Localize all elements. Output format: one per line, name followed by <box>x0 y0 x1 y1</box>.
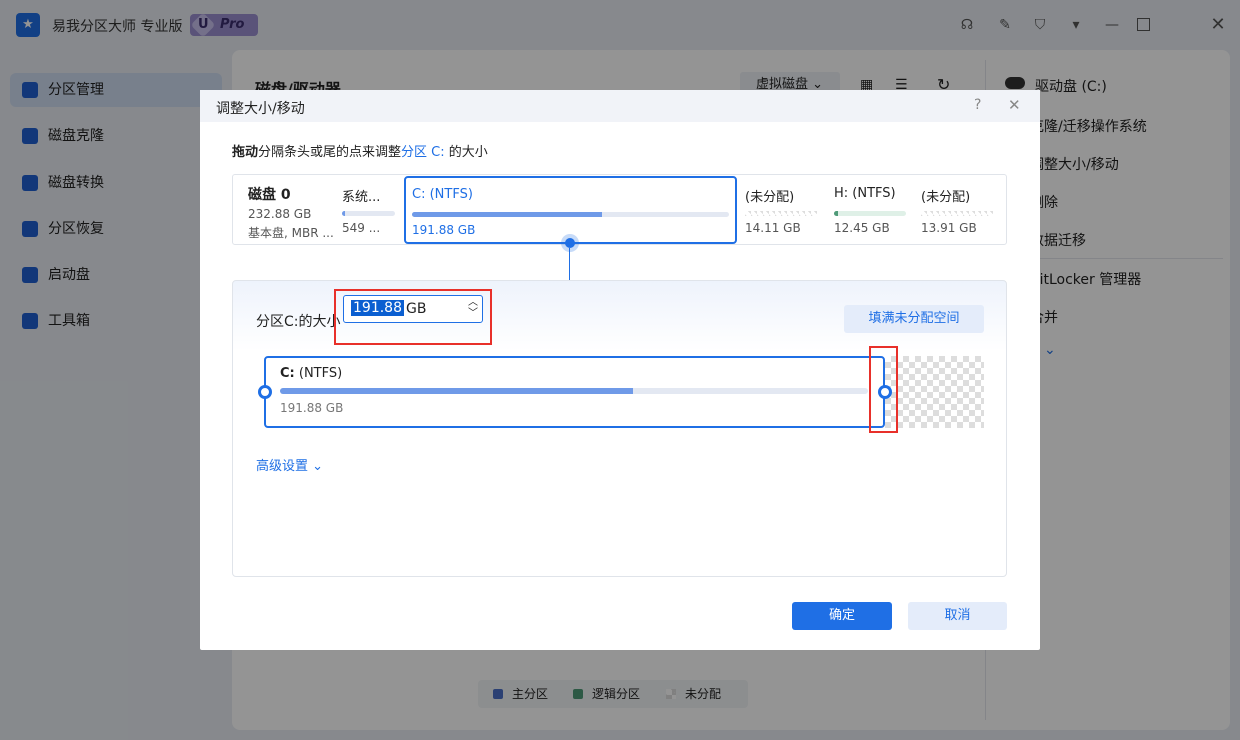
size-label: 分区C:的大小 <box>256 314 341 330</box>
drive-letter: C: <box>280 366 295 381</box>
highlight-box <box>334 289 492 345</box>
disk-map: 磁盘 0 232.88 GB 基本盘, MBR ... 系统... 549 ..… <box>232 174 1007 245</box>
dialog-title: 调整大小/移动 <box>216 101 305 117</box>
instruction: 拖动分隔条头或尾的点来调整分区 C: 的大小 <box>232 145 488 160</box>
unallocated-area <box>885 356 984 428</box>
fill-unallocated-button[interactable]: 填满未分配空间 <box>844 305 984 333</box>
advanced-settings-toggle[interactable]: 高级设置 ⌄ <box>256 455 323 474</box>
connector-line <box>569 248 570 280</box>
dialog-close-icon[interactable]: ✕ <box>1008 96 1021 114</box>
handle-highlight-box <box>869 346 898 433</box>
resize-move-dialog: 调整大小/移动 ? ✕ 拖动分隔条头或尾的点来调整分区 C: 的大小 磁盘 0 … <box>200 90 1040 650</box>
connector-dot <box>565 238 575 248</box>
partition-h[interactable]: H: (NTFS) 12.45 GB <box>834 175 906 244</box>
disk-size: 232.88 GB <box>248 207 312 221</box>
help-icon[interactable]: ? <box>974 97 981 113</box>
disk-name: 磁盘 0 <box>248 187 291 203</box>
left-resize-handle[interactable] <box>258 385 272 399</box>
partition-system[interactable]: 系统... 549 ... <box>342 175 397 244</box>
ok-button[interactable]: 确定 <box>792 602 892 630</box>
resize-panel: 分区C:的大小 191.88 GB ︿ ﹀ 填满未分配空间 C: (NTFS) 1… <box>232 280 1007 577</box>
partition-c[interactable]: C: (NTFS) 191.88 GB <box>404 176 737 244</box>
disk-type: 基本盘, MBR ... <box>248 226 334 240</box>
filesystem: (NTFS) <box>298 366 343 381</box>
partition-unallocated-2[interactable]: (未分配) 13.91 GB <box>921 175 993 244</box>
cancel-button[interactable]: 取消 <box>908 602 1007 630</box>
partition-size: 191.88 GB <box>280 401 344 415</box>
dialog-header: 调整大小/移动 ? ✕ <box>200 90 1040 122</box>
partition-unallocated-1[interactable]: (未分配) 14.11 GB <box>745 175 817 244</box>
partition-resize-bar[interactable]: C: (NTFS) 191.88 GB <box>264 356 885 428</box>
